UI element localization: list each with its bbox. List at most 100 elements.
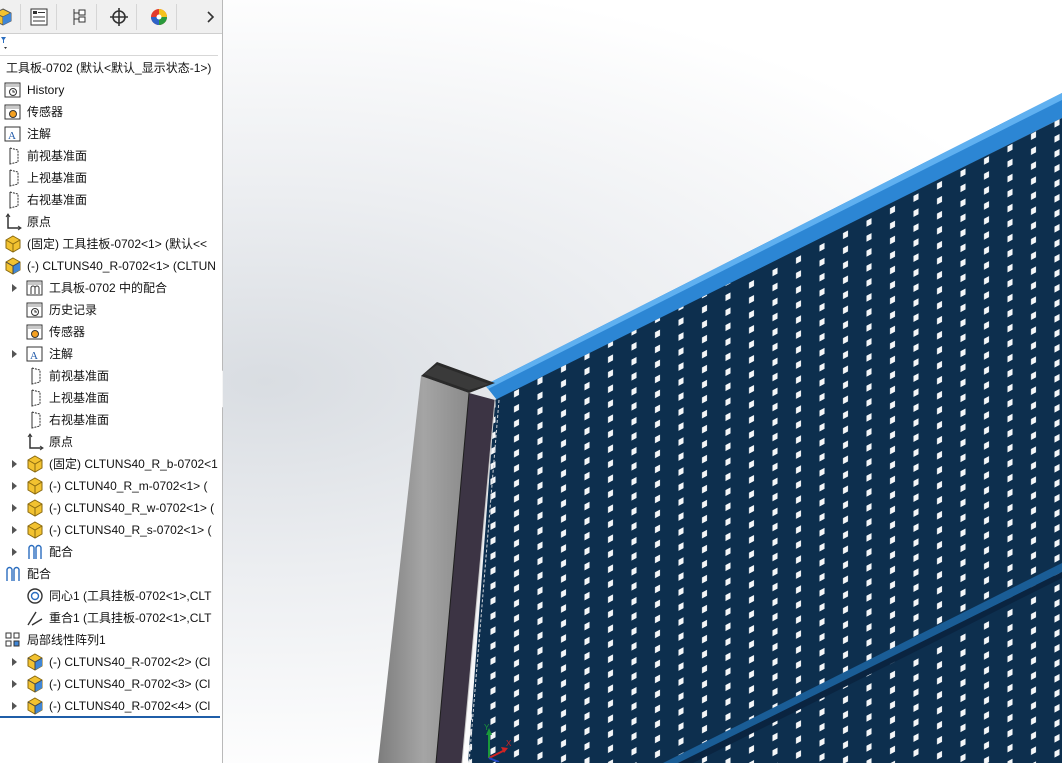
tree-item-label: (-) CLTUNS40_R-0702<4> (Cl	[49, 699, 211, 713]
tree-item[interactable]: 同心1 (工具挂板-0702<1>,CLT	[10, 585, 212, 607]
tree-item[interactable]: (-) CLTUNS40_R_w-0702<1> (	[10, 497, 214, 519]
subassembly-icon	[26, 697, 44, 715]
tree-item-label: (-) CLTUNS40_R-0702<3> (Cl	[49, 677, 211, 691]
plane-icon	[4, 191, 22, 209]
tree-item[interactable]: (-) CLTUNS40_R-0702<4> (Cl	[10, 695, 210, 717]
expand-arrow-icon[interactable]	[10, 657, 20, 667]
crosshair-icon	[110, 8, 128, 26]
property-list-icon	[30, 8, 48, 26]
tree-rollback-bar[interactable]	[0, 716, 220, 718]
tree-item-label: 传感器	[49, 325, 86, 339]
expand-arrow-icon[interactable]	[10, 701, 20, 711]
tree-item-label: 配合	[27, 567, 52, 581]
orientation-triad: Y X	[484, 723, 512, 762]
tree-item-label: 注解	[49, 347, 74, 361]
part-icon	[4, 235, 22, 253]
tree-item[interactable]: (-) CLTUNS40_R-0702<2> (Cl	[10, 651, 210, 673]
tree-item[interactable]: 重合1 (工具挂板-0702<1>,CLT	[10, 607, 212, 629]
tree-item-label: 工具板-0702 中的配合	[49, 281, 168, 295]
expand-arrow-icon[interactable]	[10, 547, 20, 557]
expand-arrow-icon[interactable]	[10, 525, 20, 535]
part-icon	[26, 455, 44, 473]
dimxpert-tab[interactable]	[102, 4, 137, 30]
tree-item[interactable]: A 注解	[10, 343, 73, 365]
filter-icon[interactable]	[0, 34, 10, 52]
manager-tab-bar	[0, 0, 222, 34]
tree-item[interactable]: 右视基准面	[10, 409, 109, 431]
tree-item[interactable]: 前视基准面	[10, 365, 109, 387]
tree-item[interactable]: (-) CLTUNS40_R_s-0702<1> (	[10, 519, 212, 541]
tree-item-label: 上视基准面	[27, 171, 88, 185]
tab-overflow-chevron-icon[interactable]	[200, 6, 220, 28]
plane-icon	[26, 389, 44, 407]
annotation-icon: A	[4, 125, 22, 143]
tree-item[interactable]: 传感器	[10, 321, 85, 343]
mates-icon	[26, 543, 44, 561]
tree-item[interactable]: 传感器	[4, 101, 63, 123]
tree-item-label: 右视基准面	[49, 413, 110, 427]
tree-item-label: (固定) CLTUNS40_R_b-0702<1	[49, 457, 218, 471]
tree-item[interactable]: 局部线性阵列1	[4, 629, 106, 651]
configuration-manager-tab[interactable]	[62, 4, 97, 30]
tree-item[interactable]: 右视基准面	[4, 189, 87, 211]
part-cube-icon	[0, 8, 12, 26]
tree-item-label: 原点	[27, 215, 52, 229]
tree-item[interactable]: A 注解	[4, 123, 51, 145]
tree-item-label: 传感器	[27, 105, 64, 119]
svg-text:A: A	[8, 130, 16, 142]
tree-item[interactable]: (-) CLTUNS40_R-0702<3> (Cl	[10, 673, 210, 695]
tree-item-label: (-) CLTUNS40_R_s-0702<1> (	[49, 523, 212, 537]
tree-item-label: 右视基准面	[27, 193, 88, 207]
origin-icon	[4, 213, 22, 231]
tree-item-label: 前视基准面	[49, 369, 110, 383]
tree-item[interactable]: 原点	[10, 431, 73, 453]
tree-item-label: 重合1 (工具挂板-0702<1>,CLT	[49, 611, 212, 625]
tree-item[interactable]: 原点	[4, 211, 51, 233]
tree-filter-bar[interactable]	[0, 33, 218, 56]
display-manager-tab[interactable]	[142, 4, 177, 30]
tree-item[interactable]: (固定) 工具挂板-0702<1> (默认<<	[4, 233, 207, 255]
expand-arrow-icon[interactable]	[10, 503, 20, 513]
plane-icon	[4, 169, 22, 187]
tree-item[interactable]: 历史记录	[10, 299, 97, 321]
tree-item[interactable]: (-) CLTUNS40_R-0702<1> (CLTUN	[4, 255, 216, 277]
3d-model-view[interactable]	[223, 0, 1062, 763]
tree-item[interactable]: 上视基准面	[10, 387, 109, 409]
part-icon	[26, 521, 44, 539]
triad-x-axis	[488, 749, 506, 759]
tree-item-label: 历史记录	[49, 303, 98, 317]
feature-manager-tab[interactable]	[0, 4, 21, 30]
tree-item[interactable]: 配合	[10, 541, 73, 563]
tree-item[interactable]: 工具板-0702 中的配合	[10, 277, 167, 299]
tree-item-label: (-) CLTUNS40_R_w-0702<1> (	[49, 501, 215, 515]
part-icon	[26, 477, 44, 495]
sensor-icon	[4, 103, 22, 121]
tree-item[interactable]: 上视基准面	[4, 167, 87, 189]
tree-item[interactable]: (固定) CLTUNS40_R_b-0702<1	[10, 453, 218, 475]
plane-icon	[26, 367, 44, 385]
tree-item[interactable]: 前视基准面	[4, 145, 87, 167]
subassembly-icon	[4, 257, 22, 275]
tree-item-label: 前视基准面	[27, 149, 88, 163]
expand-arrow-icon[interactable]	[10, 679, 20, 689]
property-manager-tab[interactable]	[22, 4, 57, 30]
tree-item-label: 原点	[49, 435, 74, 449]
concentric-icon	[26, 587, 44, 605]
tree-item[interactable]: 配合	[4, 563, 51, 585]
tree-item-label: (-) CLTUNS40_R-0702<2> (Cl	[49, 655, 211, 669]
expand-arrow-icon[interactable]	[10, 481, 20, 491]
mates-icon	[4, 565, 22, 583]
triad-z-axis	[488, 757, 500, 762]
expand-arrow-icon[interactable]	[10, 459, 20, 469]
expand-arrow-icon[interactable]	[10, 283, 20, 293]
tree-item-label: History	[27, 83, 65, 97]
subassembly-icon	[26, 675, 44, 693]
color-wheel-icon	[151, 9, 167, 25]
graphics-viewport[interactable]: Y X	[223, 0, 1062, 763]
tree-item[interactable]: (-) CLTUN40_R_m-0702<1> (	[10, 475, 208, 497]
tree-root-label: 工具板-0702 (默认<默认_显示状态-1>)	[6, 61, 212, 75]
expand-arrow-icon[interactable]	[10, 349, 20, 359]
tree-root-assembly[interactable]: 工具板-0702 (默认<默认_显示状态-1>)	[6, 57, 211, 79]
tree-item[interactable]: History	[4, 79, 64, 101]
history-icon	[4, 81, 22, 99]
